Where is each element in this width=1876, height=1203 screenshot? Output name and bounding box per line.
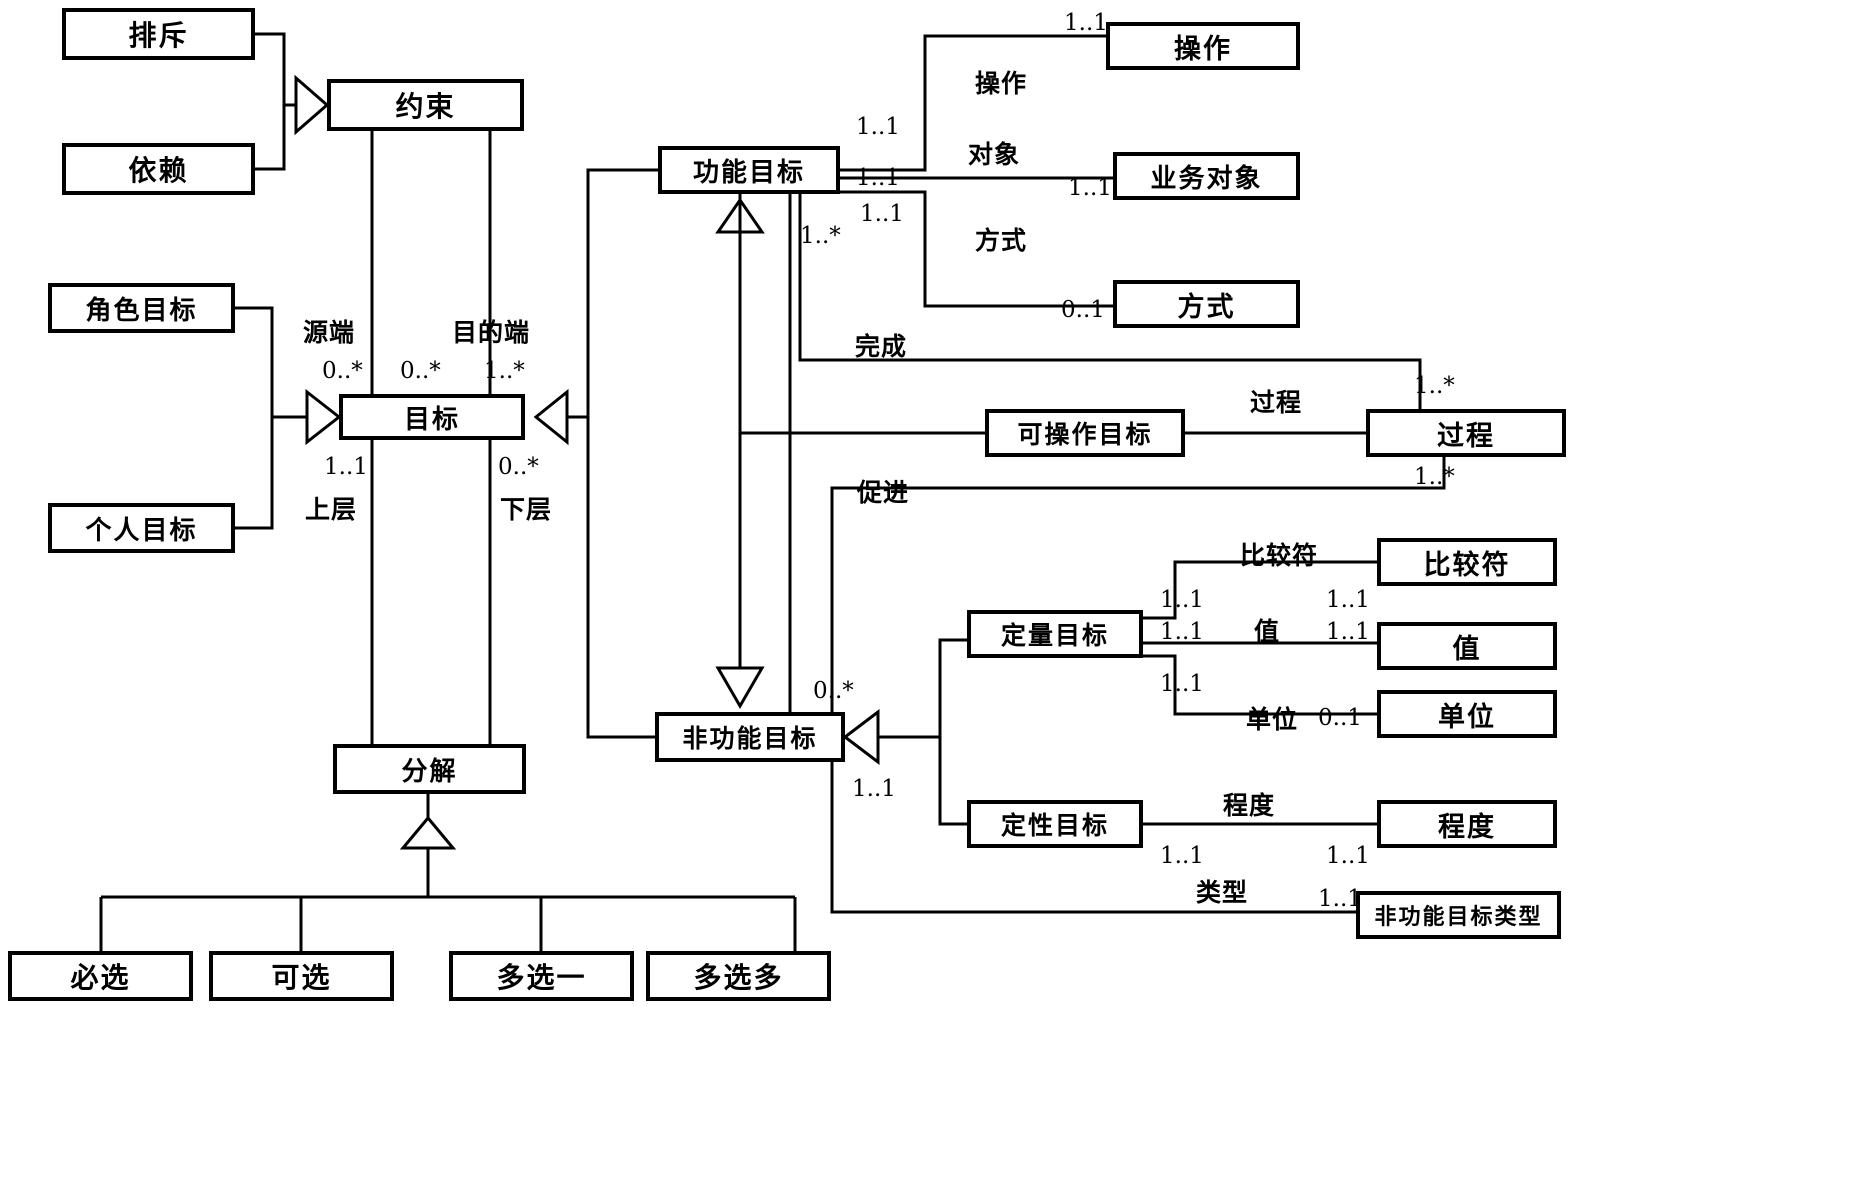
class-box-feigongnengmubiaoleixing[interactable]: 非功能目标类型 — [1356, 891, 1561, 939]
multiplicity-m-mudiduan: 1..* — [484, 358, 525, 384]
class-box-caozuo[interactable]: 操作 — [1106, 22, 1300, 70]
role-label-mudiduan: 目的端 — [452, 318, 531, 347]
class-box-bijiaofu[interactable]: 比较符 — [1377, 538, 1557, 586]
multiplicity-m-fg-caozuo: 1..1 — [856, 114, 900, 140]
multiplicity-m-dx-chengdu: 1..1 — [1160, 843, 1204, 869]
multiplicity-m-fg-duixiang: 1..1 — [856, 165, 900, 191]
role-label-leixing-role: 类型 — [1196, 878, 1249, 907]
role-label-wancheng: 完成 — [855, 332, 908, 361]
class-box-fangshi[interactable]: 方式 — [1113, 280, 1300, 328]
edge-paichi-yueshu — [255, 32, 286, 105]
role-label-danwei-role: 单位 — [1246, 705, 1299, 734]
edge-fn-dingxing — [938, 737, 967, 826]
class-box-mubiao[interactable]: 目标 — [339, 394, 525, 440]
class-box-paichi[interactable]: 排斥 — [62, 8, 255, 60]
class-box-duoxuanduo[interactable]: 多选多 — [646, 951, 831, 1001]
class-box-bixuan[interactable]: 必选 — [8, 951, 193, 1001]
aggregation-arrow-mubiao — [533, 388, 569, 446]
class-box-zhi[interactable]: 值 — [1377, 622, 1557, 670]
class-box-danwei[interactable]: 单位 — [1377, 690, 1557, 738]
edge-mubiao-branch2 — [586, 417, 655, 739]
multiplicity-m-mid: 0..* — [400, 358, 441, 384]
class-box-duoxuanyi[interactable]: 多选一 — [449, 951, 634, 1001]
role-label-cujin: 促进 — [857, 478, 910, 507]
class-box-guocheng[interactable]: 过程 — [1366, 409, 1566, 457]
role-label-fangshi-role: 方式 — [975, 226, 1028, 255]
class-box-juesemubiao[interactable]: 角色目标 — [48, 283, 235, 333]
class-box-yewuduixiang[interactable]: 业务对象 — [1113, 152, 1300, 200]
generalization-arrow-feigongneng — [715, 666, 765, 709]
multiplicity-m-fn-dingxing: 1..1 — [852, 776, 896, 802]
class-box-chengdu[interactable]: 程度 — [1377, 800, 1557, 848]
edge-mubiao-branch — [567, 168, 658, 419]
multiplicity-m-yewu: 1..1 — [1068, 175, 1112, 201]
connector-layer — [99, 32, 1446, 951]
multiplicity-m-bijiaofu-r: 1..1 — [1326, 587, 1370, 613]
multiplicity-m-chengdu-r: 1..1 — [1326, 843, 1370, 869]
class-box-fenjie[interactable]: 分解 — [333, 744, 526, 794]
multiplicity-m-caozuo-top: 1..1 — [1064, 10, 1108, 36]
multiplicity-m-xiaceng: 0..* — [498, 454, 539, 480]
multiplicity-m-fg-fangshi: 1..1 — [860, 201, 904, 227]
multiplicity-m-danwei-r: 0..1 — [1318, 705, 1362, 731]
multiplicity-m-guocheng-bot: 1..* — [1414, 464, 1455, 490]
class-box-kecaozuomubiao[interactable]: 可操作目标 — [985, 409, 1185, 457]
edge-yilai-yueshu — [255, 105, 286, 171]
role-label-yuanduan: 源端 — [303, 318, 356, 347]
class-box-feigongnengmubiao[interactable]: 非功能目标 — [655, 712, 845, 762]
role-label-chengdu-role: 程度 — [1223, 791, 1276, 820]
multiplicity-m-fg-sub: 1..* — [800, 223, 841, 249]
role-label-duixiang-role: 对象 — [968, 140, 1021, 169]
generalization-arrow-mubiao — [305, 388, 342, 446]
class-box-dingxingmubiao[interactable]: 定性目标 — [967, 800, 1143, 848]
role-label-caozuo-role: 操作 — [975, 69, 1028, 98]
generalization-arrow-fenjie — [399, 815, 457, 850]
class-box-kexuan[interactable]: 可选 — [209, 951, 394, 1001]
generalization-arrow-yueshu — [294, 74, 330, 136]
class-box-dingliangmubiao[interactable]: 定量目标 — [967, 610, 1143, 658]
generalization-arrow-gongneng — [715, 197, 765, 234]
aggregation-arrow-feigongneng — [842, 708, 880, 766]
edge-juese-mubiao — [235, 306, 274, 417]
multiplicity-m-dl-bijiaofu: 1..1 — [1160, 587, 1204, 613]
edge-geren-mubiao — [235, 417, 274, 530]
multiplicity-m-fnfg: 0..* — [813, 678, 854, 704]
role-label-shangceng: 上层 — [305, 495, 358, 524]
multiplicity-m-dl-danwei: 1..1 — [1160, 671, 1204, 697]
class-box-gongnengmubiao[interactable]: 功能目标 — [658, 146, 840, 194]
multiplicity-m-yuanduan: 0..* — [322, 358, 363, 384]
class-box-yueshu[interactable]: 约束 — [327, 79, 524, 131]
role-label-bijiaofu-role: 比较符 — [1240, 541, 1319, 570]
role-label-guocheng-role: 过程 — [1250, 388, 1303, 417]
uml-class-diagram: 排斥依赖 约束角色目标个人目标 目标分解必选 可选 多选一 多选多 功能目标 操作业务对象方式… — [0, 0, 1876, 1203]
multiplicity-m-dl-zhi: 1..1 — [1160, 619, 1204, 645]
edge-fn-dingliang — [878, 638, 967, 739]
multiplicity-m-fangshi: 0..1 — [1061, 297, 1105, 323]
multiplicity-m-zhi-r: 1..1 — [1326, 619, 1370, 645]
multiplicity-m-shangceng: 1..1 — [324, 454, 368, 480]
role-label-xiaceng: 下层 — [500, 495, 553, 524]
multiplicity-m-leixing-r: 1..1 — [1318, 886, 1362, 912]
multiplicity-m-guocheng-top: 1..* — [1414, 373, 1455, 399]
role-label-zhi-role: 值 — [1254, 617, 1281, 646]
class-box-gerenmubiao[interactable]: 个人目标 — [48, 503, 235, 553]
class-box-yilai[interactable]: 依赖 — [62, 143, 255, 195]
